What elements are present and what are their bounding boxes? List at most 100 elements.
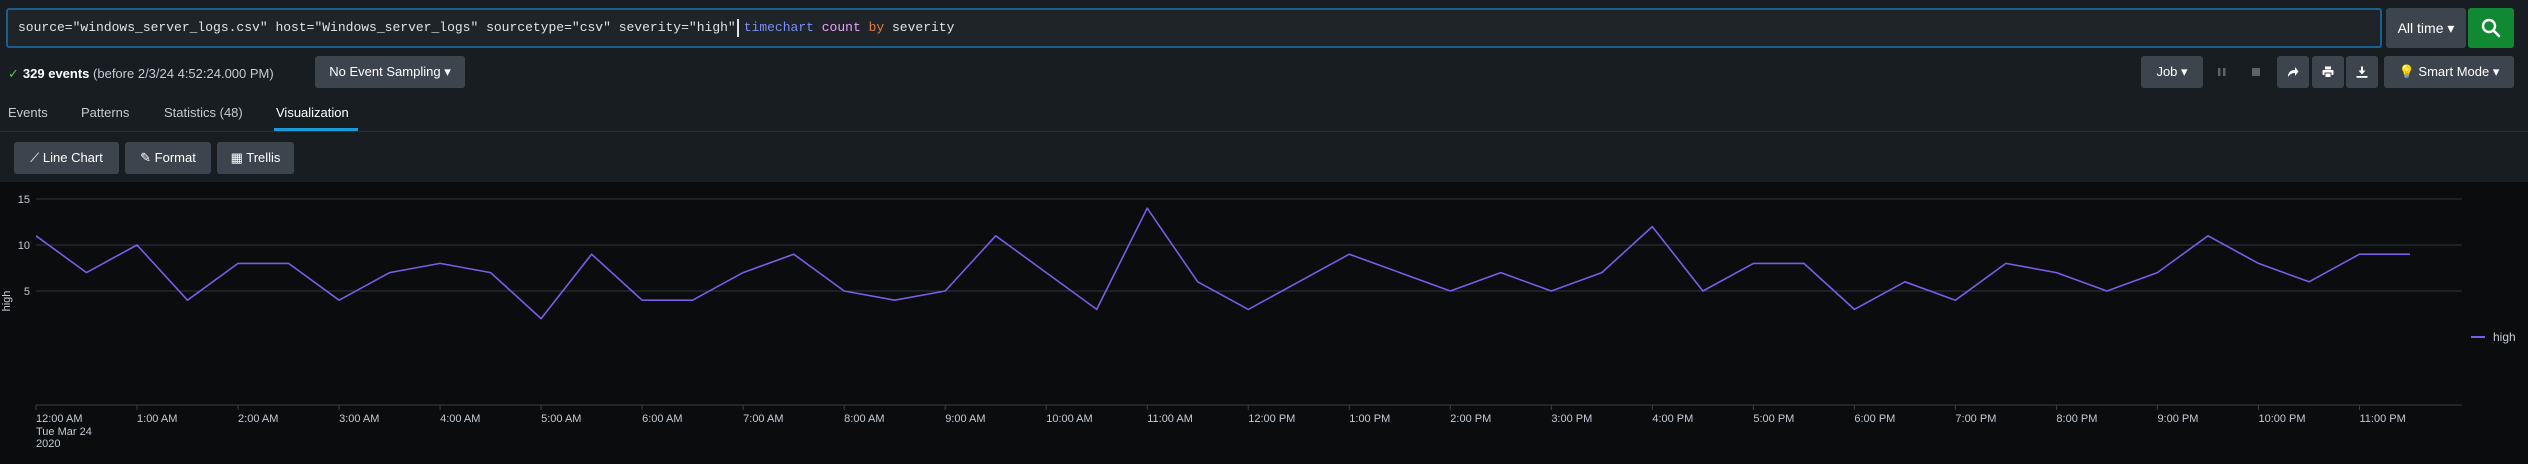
trellis-button[interactable]: ▦ Trellis (217, 142, 294, 174)
time-range-picker[interactable]: All time ▾ (2386, 8, 2466, 48)
chart-type-button[interactable]: ⟋ Line Chart (14, 142, 119, 174)
data-point[interactable] (690, 298, 695, 303)
timechart-panel: 5 10 15 high 12:00 AM 1:00 AM 2:00 AM 3:00 AM… (0, 182, 2528, 459)
data-point[interactable] (791, 252, 796, 257)
data-point[interactable] (2306, 279, 2311, 284)
data-point[interactable] (488, 270, 493, 275)
data-point[interactable] (286, 261, 291, 266)
trellis-label: Trellis (246, 150, 281, 165)
x-tick-label: 8:00 AM (844, 413, 884, 425)
data-point[interactable] (1700, 289, 1705, 294)
data-point[interactable] (1801, 261, 1806, 266)
data-point[interactable] (842, 289, 847, 294)
search-query-text: source="windows_server_logs.csv" host="W… (18, 20, 736, 35)
share-button[interactable] (2277, 56, 2309, 88)
data-point[interactable] (2155, 270, 2160, 275)
x-date-label: 2020 (36, 438, 60, 450)
format-label: Format (154, 150, 196, 165)
data-point[interactable] (2104, 289, 2109, 294)
data-point[interactable] (34, 233, 39, 238)
data-point[interactable] (892, 298, 897, 303)
x-tick-label: 7:00 PM (1955, 413, 1996, 425)
data-point[interactable] (2003, 261, 2008, 266)
search-input[interactable]: source="windows_server_logs.csv" host="W… (6, 8, 2382, 48)
data-point[interactable] (1751, 261, 1756, 266)
tab-visualization[interactable]: Visualization (276, 105, 349, 120)
x-tick-label: 5:00 PM (1753, 413, 1794, 425)
tab-events[interactable]: Events (8, 105, 48, 120)
data-point[interactable] (741, 270, 746, 275)
data-point[interactable] (539, 316, 544, 321)
x-tick-label: 9:00 AM (945, 413, 985, 425)
event-time-bound: (before 2/3/24 4:52:24.000 PM) (93, 66, 274, 81)
caret-down-icon: ▾ (444, 64, 451, 79)
pencil-icon: ✎ (140, 150, 152, 165)
data-point[interactable] (236, 261, 241, 266)
stop-button[interactable] (2242, 56, 2270, 88)
data-point[interactable] (1852, 307, 1857, 312)
export-button[interactable] (2346, 56, 2378, 88)
job-menu-button[interactable]: Job ▾ (2141, 56, 2203, 88)
job-status-row: ✓ 329 events (before 2/3/24 4:52:24.000 P… (0, 56, 2528, 96)
data-point[interactable] (2054, 270, 2059, 275)
query-command-timechart: timechart (743, 20, 814, 35)
line-chart[interactable]: 5 10 15 high 12:00 AM 1:00 AM 2:00 AM 3:00 AM… (0, 182, 2528, 459)
query-field-severity: severity (892, 20, 955, 35)
pause-button[interactable] (2208, 56, 2236, 88)
stop-icon (2252, 68, 2260, 76)
chart-legend[interactable]: high (2471, 330, 2516, 344)
event-sampling-dropdown[interactable]: No Event Sampling ▾ (315, 56, 465, 88)
data-point[interactable] (1145, 206, 1150, 211)
print-button[interactable] (2312, 56, 2344, 88)
x-tick-label: 9:00 PM (2157, 413, 2198, 425)
data-point[interactable] (1246, 307, 1251, 312)
data-point[interactable] (640, 298, 645, 303)
search-mode-dropdown[interactable]: 💡 Smart Mode ▾ (2384, 56, 2514, 88)
data-point[interactable] (135, 243, 140, 248)
data-point[interactable] (1650, 224, 1655, 229)
query-function-count: count (821, 20, 861, 35)
x-tick-label: 11:00 PM (2359, 413, 2405, 425)
data-point[interactable] (1195, 279, 1200, 284)
visualization-toolbar: ⟋ Line Chart ✎ Format ▦ Trellis (0, 132, 2528, 182)
data-point[interactable] (84, 270, 89, 275)
data-point[interactable] (1347, 252, 1352, 257)
x-tick-label: 4:00 PM (1652, 413, 1693, 425)
data-point[interactable] (1448, 289, 1453, 294)
results-tabs: Events Patterns Statistics (48) Visualiz… (0, 96, 2528, 132)
data-point[interactable] (2205, 233, 2210, 238)
x-tick-label: 8:00 PM (2056, 413, 2097, 425)
data-point[interactable] (993, 233, 998, 238)
tab-patterns[interactable]: Patterns (81, 105, 129, 120)
data-point[interactable] (387, 270, 392, 275)
time-range-label: All time (2397, 20, 2444, 36)
search-icon (2481, 18, 2501, 38)
data-point[interactable] (1498, 270, 1503, 275)
tab-statistics[interactable]: Statistics (48) (164, 105, 243, 120)
data-point[interactable] (2256, 261, 2261, 266)
print-icon (2322, 66, 2334, 78)
data-point[interactable] (1296, 279, 1301, 284)
data-point[interactable] (1094, 307, 1099, 312)
x-tick-label: 10:00 PM (2258, 413, 2305, 425)
data-point[interactable] (1549, 289, 1554, 294)
bulb-icon: 💡 (2398, 64, 2415, 79)
x-tick-label: 6:00 AM (642, 413, 682, 425)
data-point[interactable] (1599, 270, 1604, 275)
data-point[interactable] (1902, 279, 1907, 284)
x-tick-label: 2:00 PM (1450, 413, 1491, 425)
data-point[interactable] (2357, 252, 2362, 257)
data-point[interactable] (589, 252, 594, 257)
data-point[interactable] (943, 289, 948, 294)
data-point[interactable] (1953, 298, 1958, 303)
data-point[interactable] (337, 298, 342, 303)
data-point[interactable] (1397, 270, 1402, 275)
data-point[interactable] (2408, 252, 2413, 257)
data-point[interactable] (438, 261, 443, 266)
query-keyword-by: by (868, 20, 885, 35)
format-button[interactable]: ✎ Format (125, 142, 211, 174)
data-point[interactable] (1044, 270, 1049, 275)
search-submit-button[interactable] (2468, 8, 2514, 48)
data-point[interactable] (185, 298, 190, 303)
x-tick-label: 1:00 AM (137, 413, 177, 425)
